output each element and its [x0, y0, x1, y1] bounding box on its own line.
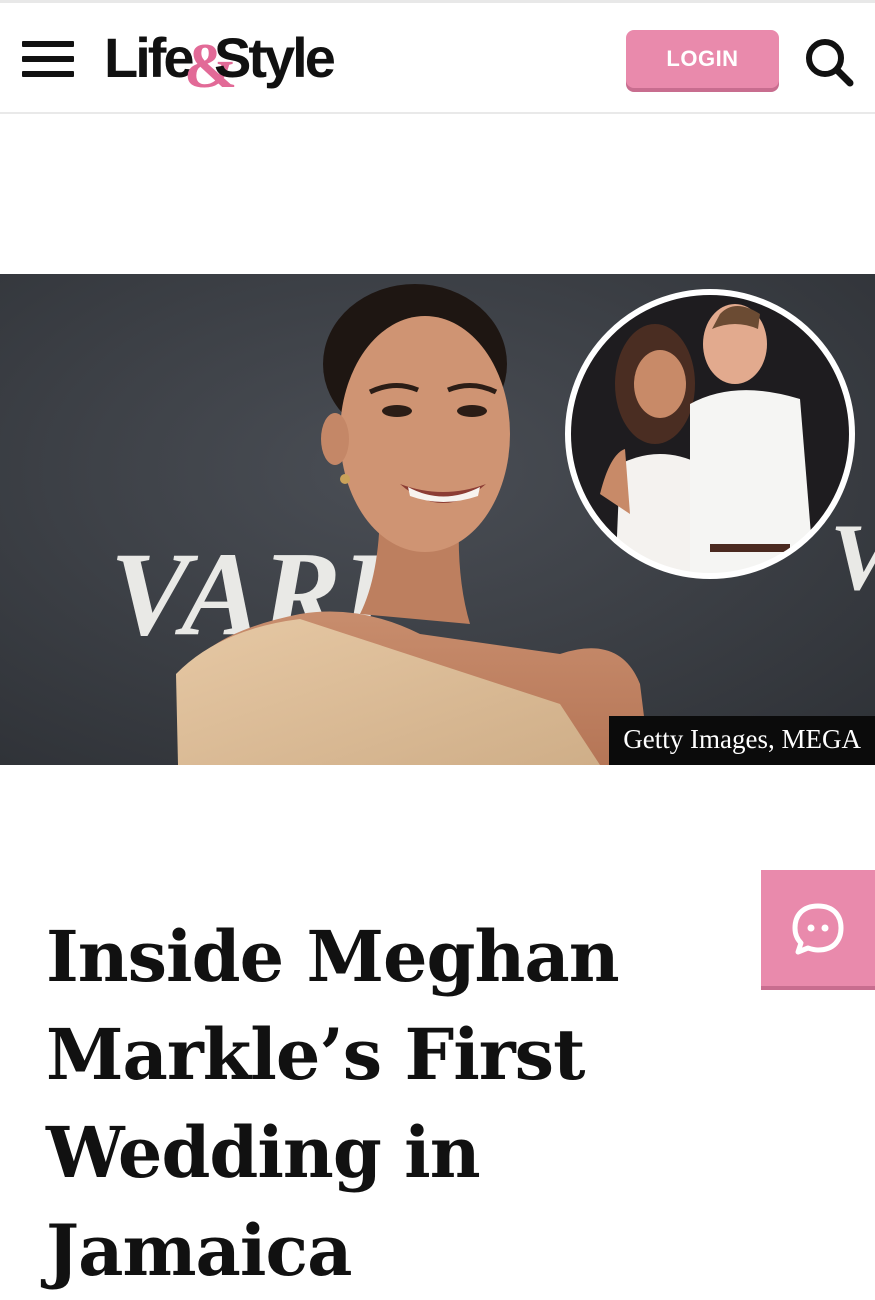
logo-text-life: Life — [104, 26, 193, 89]
hamburger-menu-icon[interactable] — [22, 41, 74, 81]
site-logo[interactable]: Life & Style — [104, 25, 344, 95]
article-title: Inside Meghan Markle’s First Wedding in … — [46, 915, 620, 1292]
login-button[interactable]: LOGIN — [626, 30, 779, 88]
backdrop-text-right: V — [830, 504, 875, 610]
hero-photo-illustration: VARI V — [0, 274, 875, 765]
ad-space — [0, 114, 875, 274]
logo-text-style: Style — [214, 26, 335, 89]
site-header: Life & Style LOGIN — [0, 0, 875, 114]
search-icon[interactable] — [804, 37, 856, 87]
hero-image[interactable]: VARI V — [0, 274, 875, 765]
photo-credit: Getty Images, MEGA — [609, 716, 875, 765]
